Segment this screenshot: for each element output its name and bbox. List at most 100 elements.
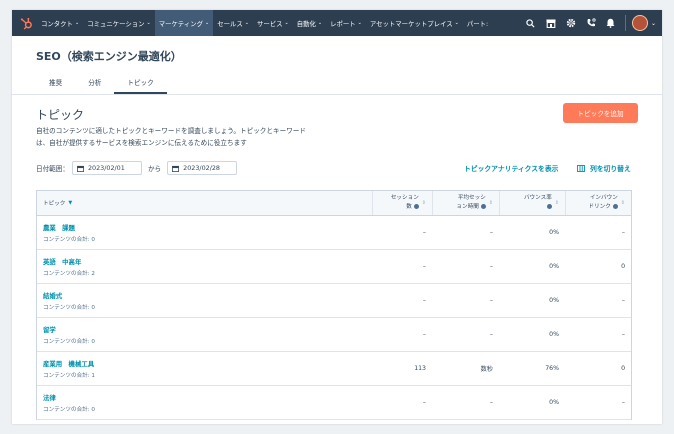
info-icon[interactable] (612, 204, 618, 209)
chevron-down-icon: ⌄ (204, 20, 210, 26)
nav-item-1[interactable]: コミュニケーション ⌄ (83, 10, 155, 36)
chevron-down-icon: ⌄ (146, 20, 151, 26)
hubspot-logo-icon[interactable] (15, 10, 37, 36)
info-icon[interactable] (413, 204, 419, 209)
calling-icon[interactable] (581, 10, 601, 36)
chevron-down-icon: ⌄ (244, 20, 249, 26)
sort-icon[interactable]: ⇕ (489, 200, 493, 206)
inbound-links-cell: 0 (621, 365, 625, 372)
nav-item-4[interactable]: サービス ⌄ (253, 10, 293, 36)
bounce-rate-cell: 0% (549, 399, 559, 406)
column-header-bounce-rate[interactable]: バウンス率 ⇕ (499, 191, 565, 215)
search-icon[interactable] (521, 10, 541, 36)
chevron-down-icon: ⌄ (357, 20, 362, 26)
content-count: コンテンツの合計: 0 (43, 304, 95, 311)
table-row: 産業用 機械工具 コンテンツの合計: 1 113 数秒 76% 0 (37, 352, 631, 386)
account-chevron-down-icon[interactable]: ⌄ (651, 20, 656, 27)
nav-item-label: 自動化 (296, 19, 316, 28)
nav-item-label: アセットマーケットプレイス (369, 19, 453, 28)
nav-item-6[interactable]: レポート ⌄ (326, 10, 366, 36)
topic-link[interactable]: 法律 (43, 393, 366, 402)
column-header-inbound-links[interactable]: インバウン ドリンク ⇕ (565, 191, 631, 215)
calendar-icon (172, 165, 180, 172)
add-topic-button[interactable]: トピックを追加 (563, 103, 638, 123)
inbound-links-cell: – (621, 331, 625, 338)
avg-header-line2: ョン時間 (456, 204, 479, 210)
avg-header-line1: 平均セッシ (457, 195, 486, 201)
sort-descending-icon[interactable]: ▼ (68, 200, 72, 206)
user-avatar[interactable] (631, 15, 648, 31)
topic-cell: 法律 コンテンツの合計: 0 (37, 393, 372, 413)
info-icon[interactable] (546, 204, 552, 209)
start-date-input[interactable]: 2023/02/01 (71, 161, 142, 175)
column-header-sessions[interactable]: セッション数 ⇕ (372, 191, 432, 215)
sort-icon[interactable]: ⇕ (422, 200, 426, 206)
inbound-links-cell: 0 (621, 263, 625, 270)
nav-item-label: レポート (330, 19, 356, 28)
nav-item-0[interactable]: コンタクト ⌄ (37, 10, 83, 36)
nav-item-8[interactable]: パート: (463, 10, 492, 36)
chevron-down-icon: ⌄ (317, 20, 323, 26)
sessions-cell: 113 (414, 365, 426, 372)
notification-bell-icon[interactable] (601, 10, 621, 36)
columns-icon (577, 164, 585, 172)
topic-analytics-link[interactable]: トピックアナリティクスを表示 (464, 163, 558, 173)
chevron-down-icon: ⌄ (284, 20, 289, 26)
tab-1[interactable]: 分析 (75, 74, 114, 92)
section-description: 自社のコンテンツに適したトピックとキーワードを調査しましょう。トピックとキーワー… (36, 125, 356, 149)
toggle-columns-label: 列を切り替え (590, 165, 631, 173)
chevron-down-icon: ⌄ (74, 20, 80, 26)
content-count: コンテンツの合計: 2 (43, 270, 95, 277)
content-count: コンテンツの合計: 1 (43, 372, 95, 379)
toggle-columns-button[interactable]: 列を切り替え (577, 163, 631, 173)
sort-icon[interactable]: ⇕ (621, 200, 625, 206)
inbound-header-line2: ドリンク (588, 204, 611, 210)
content-count: コンテンツの合計: 0 (43, 338, 95, 345)
column-header-topic[interactable]: トピック ▼ (37, 191, 372, 215)
nav-item-label: コンタクト (41, 19, 73, 28)
info-icon[interactable] (480, 204, 486, 209)
topic-link[interactable]: 結婚式 (43, 291, 366, 300)
sort-icon[interactable]: ⇕ (555, 200, 559, 206)
table-body: 農業 課題コンテンツの合計: 0 – – 0% – 英語 中高年 コンテンツの合計: 2 – –… (37, 216, 631, 420)
calendar-icon (77, 165, 84, 172)
top-navigation: コンタクト ⌄ コミュニケーション ⌄ マーケティング ⌄ セールス ⌄ サービス ⌄ 自動化 ⌄ レポ… (12, 10, 662, 36)
topic-link[interactable]: 留学 (43, 325, 366, 334)
nav-item-3[interactable]: セールス ⌄ (213, 10, 253, 36)
column-header-avg-session[interactable]: 平均セッション時間 ⇕ (432, 191, 499, 215)
topic-cell: 結婚式コンテンツの合計: 0 (37, 291, 372, 311)
table-row: 留学 コンテンツの合計: 0 – – 0% – (37, 318, 631, 352)
topic-link[interactable]: 英語 中高年 (43, 257, 366, 266)
nav-item-7[interactable]: アセットマーケットプレイス ⌄ (366, 10, 463, 36)
avg-session-cell: – (489, 229, 493, 236)
section-title: トピック (36, 108, 85, 122)
bounce-rate-cell: 0% (549, 297, 559, 304)
topic-link[interactable]: 産業用 機械工具 (43, 359, 366, 368)
marketplace-icon[interactable] (541, 10, 561, 36)
table-row: 英語 中高年 コンテンツの合計: 2 – – 0% 0 (37, 250, 631, 284)
table-header: トピック ▼ セッション数 ⇕ 平均セッション時間 ⇕ バウンス率 ⇕ インバウ… (37, 191, 631, 216)
description-line-1: 自社のコンテンツに適したトピックとキーワードを調査しましょう。トピックとキーワー… (36, 127, 306, 135)
table-row: 法律 コンテンツの合計: 0 – – 0% – (37, 386, 631, 420)
nav-utility-icons: ⌄ (521, 10, 662, 36)
page-tabs: 推奨 分析 トピック (36, 74, 167, 94)
end-date-input[interactable]: 2023/02/28 (167, 161, 238, 175)
tab-0[interactable]: 推奨 (36, 74, 75, 92)
nav-item-2[interactable]: マーケティング ⌄ (154, 10, 214, 36)
sessions-cell: – (422, 263, 426, 270)
gear-icon[interactable] (561, 10, 581, 36)
bounce-rate-cell: 0% (549, 263, 559, 270)
avg-session-cell: 数秒 (480, 366, 493, 373)
description-line-2: は、自社が提供するサービスを検索エンジンに伝えるために役立ちます (36, 139, 247, 147)
avg-session-cell: – (489, 263, 493, 270)
tab-2[interactable]: トピック (114, 74, 167, 94)
start-date-value: 2023/02/01 (87, 164, 125, 172)
avg-session-cell: – (489, 297, 493, 304)
date-range-label: 日付範囲： (36, 165, 69, 173)
inbound-links-cell: – (621, 399, 625, 406)
topic-link[interactable]: 農業 課題 (43, 223, 366, 232)
sessions-cell: – (422, 331, 426, 338)
table-row: 結婚式 コンテンツの合計: 0 – – 0% – (37, 284, 631, 318)
content-count: コンテンツの合計: 0 (43, 236, 95, 243)
nav-item-5[interactable]: 自動化 ⌄ (293, 10, 326, 36)
